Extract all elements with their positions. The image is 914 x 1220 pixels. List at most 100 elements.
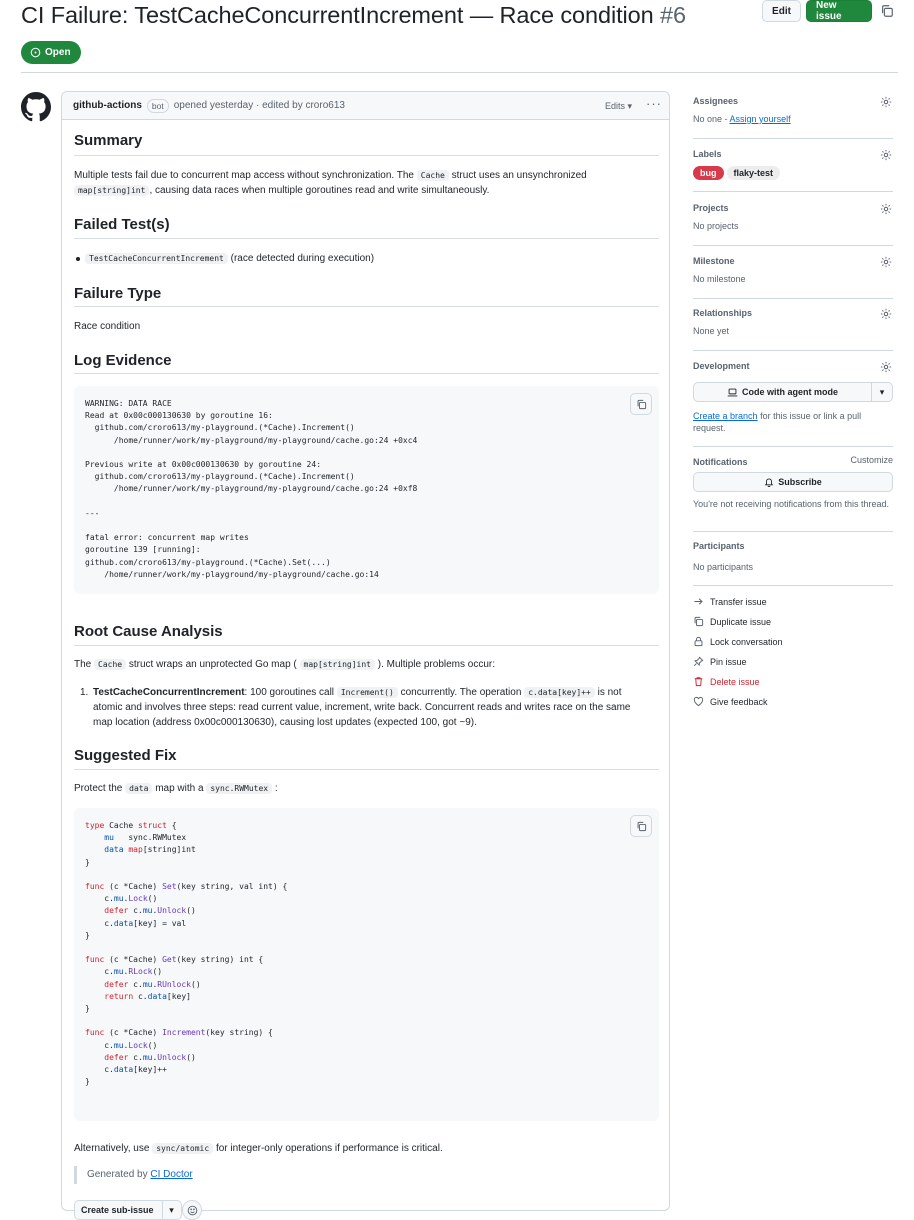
log-code-block: WARNING: DATA RACE Read at 0x00c00013063…: [74, 386, 659, 594]
ci-doctor-link[interactable]: CI Doctor: [150, 1169, 192, 1180]
development-title: Development: [693, 361, 750, 371]
lock-conversation-action[interactable]: Lock conversation: [693, 636, 783, 647]
root-cause-heading: Root Cause Analysis: [74, 623, 223, 640]
create-branch-text: Create a branch for this issue or link a…: [693, 410, 893, 434]
comment-meta: opened yesterday · edited by croro613: [173, 100, 345, 111]
fix-text-3: :: [274, 783, 278, 794]
labels-title: Labels: [693, 149, 722, 159]
labels-section: Labels bug flaky-test: [693, 149, 893, 180]
delete-issue-label: Delete issue: [710, 676, 760, 687]
failed-test-text: (race detected during execution): [230, 253, 375, 264]
edit-button[interactable]: Edit: [762, 0, 801, 22]
gear-icon[interactable]: [880, 203, 892, 215]
more-options-icon[interactable]: ···: [646, 96, 662, 111]
github-logo-icon[interactable]: [21, 92, 51, 122]
copy-link-icon[interactable]: [880, 4, 894, 18]
header-divider: [21, 72, 898, 73]
fix-code-data: data: [125, 783, 153, 794]
assign-yourself-link[interactable]: Assign yourself: [730, 114, 791, 124]
gear-icon[interactable]: [880, 308, 892, 320]
gear-icon[interactable]: [880, 149, 892, 161]
customize-link[interactable]: Customize: [850, 455, 893, 465]
notifications-section: Notifications Customize: [693, 455, 893, 467]
give-feedback-action[interactable]: Give feedback: [693, 696, 768, 707]
failed-tests-rule: [74, 238, 659, 239]
summary-text: Multiple tests fail due to concurrent ma…: [74, 168, 659, 198]
milestone-section: Milestone No milestone: [693, 256, 893, 284]
copy-log-button[interactable]: [630, 393, 652, 415]
smiley-icon: [187, 1205, 197, 1215]
transfer-issue-label: Transfer issue: [710, 596, 767, 607]
fix-code-block: type Cache struct { mu sync.RWMutex data…: [74, 808, 659, 1121]
code-with-agent-button[interactable]: Code with agent mode ▾: [693, 382, 893, 402]
alt-code-atomic: sync/atomic: [152, 1143, 214, 1154]
give-feedback-label: Give feedback: [710, 696, 768, 707]
projects-section: Projects No projects: [693, 203, 893, 231]
fix-code-mutex: sync.RWMutex: [206, 783, 273, 794]
summary-heading: Summary: [74, 132, 143, 149]
summary-rule: [74, 155, 659, 156]
generated-by-text: Generated by: [87, 1169, 148, 1180]
label-bug[interactable]: bug: [693, 166, 724, 180]
projects-title: Projects: [693, 203, 729, 213]
create-sub-issue-button[interactable]: Create sub-issue ▾: [74, 1200, 182, 1220]
fix-text-1: Protect the: [74, 783, 123, 794]
status-label: Open: [45, 47, 71, 58]
failed-test-code: TestCacheConcurrentIncrement: [85, 253, 228, 264]
fix-text: Protect the data map with a sync.RWMutex…: [74, 781, 659, 796]
create-sub-issue-label[interactable]: Create sub-issue: [75, 1201, 163, 1219]
root-item-bold: TestCacheConcurrentIncrement: [93, 687, 245, 698]
pin-icon: [694, 656, 704, 666]
sidebar-divider: [693, 350, 893, 351]
gear-icon[interactable]: [880, 361, 892, 373]
assignees-value: No one - Assign yourself: [693, 114, 893, 124]
copy-icon: [637, 821, 646, 831]
summary-text-3: , causing data races when multiple gorou…: [149, 185, 490, 196]
summary-code-cache: Cache: [416, 170, 449, 181]
create-branch-link[interactable]: Create a branch: [693, 411, 758, 421]
chevron-down-icon[interactable]: ▾: [872, 383, 892, 401]
bot-badge: bot: [146, 98, 169, 113]
assignees-none: No one -: [693, 114, 728, 124]
sidebar-divider: [693, 191, 893, 192]
root-text-3: ). Multiple problems occur:: [377, 659, 496, 670]
root-item-text-3: is not: [597, 687, 622, 698]
trash-icon: [694, 677, 703, 687]
alternative-text: Alternatively, use sync/atomic for integ…: [74, 1141, 659, 1156]
failed-tests-heading: Failed Test(s): [74, 216, 170, 233]
milestone-title: Milestone: [693, 256, 735, 266]
root-item-text-2: concurrently. The operation: [400, 687, 522, 698]
duplicate-icon: [694, 616, 704, 627]
relationships-section: Relationships None yet: [693, 308, 893, 336]
issue-number: #6: [660, 2, 686, 28]
transfer-issue-action[interactable]: Transfer issue: [693, 596, 767, 607]
root-code-cache: Cache: [94, 659, 127, 670]
pin-issue-action[interactable]: Pin issue: [693, 656, 747, 667]
issue-comment: github-actions bot opened yesterday · ed…: [61, 91, 670, 1220]
edits-label: Edits: [604, 101, 625, 111]
subscribe-button[interactable]: Subscribe: [693, 472, 893, 492]
chevron-down-icon[interactable]: ▾: [163, 1205, 181, 1216]
root-cause-text: The Cache struct wraps an unprotected Go…: [74, 657, 659, 672]
gear-icon[interactable]: [880, 256, 892, 268]
projects-value: No projects: [693, 221, 739, 231]
bullet: [76, 257, 80, 261]
label-flaky-test[interactable]: flaky-test: [726, 166, 781, 180]
gear-icon[interactable]: [880, 96, 892, 108]
delete-issue-action[interactable]: Delete issue: [693, 676, 760, 687]
notification-text: You're not receiving notifications from …: [693, 499, 889, 509]
page-title: CI Failure: TestCacheConcurrentIncrement…: [21, 2, 686, 29]
root-text-2: struct wraps an unprotected Go map (: [128, 659, 297, 670]
root-item-line-3: map location (address 0x00c000130630), c…: [93, 717, 477, 728]
duplicate-issue-action[interactable]: Duplicate issue: [693, 616, 771, 627]
root-code-map: map[string]int: [299, 659, 375, 670]
labels-list: bug flaky-test: [693, 166, 893, 180]
alt-text-1: Alternatively, use: [74, 1143, 150, 1154]
agent-main[interactable]: Code with agent mode: [694, 383, 872, 401]
edits-dropdown[interactable]: Edits ▾: [605, 101, 632, 112]
add-reaction-button[interactable]: [182, 1200, 202, 1220]
new-issue-button[interactable]: New issue: [806, 0, 872, 22]
failure-type-rule: [74, 306, 659, 307]
comment-author[interactable]: github-actions: [73, 100, 142, 111]
copy-fix-button[interactable]: [630, 815, 652, 837]
